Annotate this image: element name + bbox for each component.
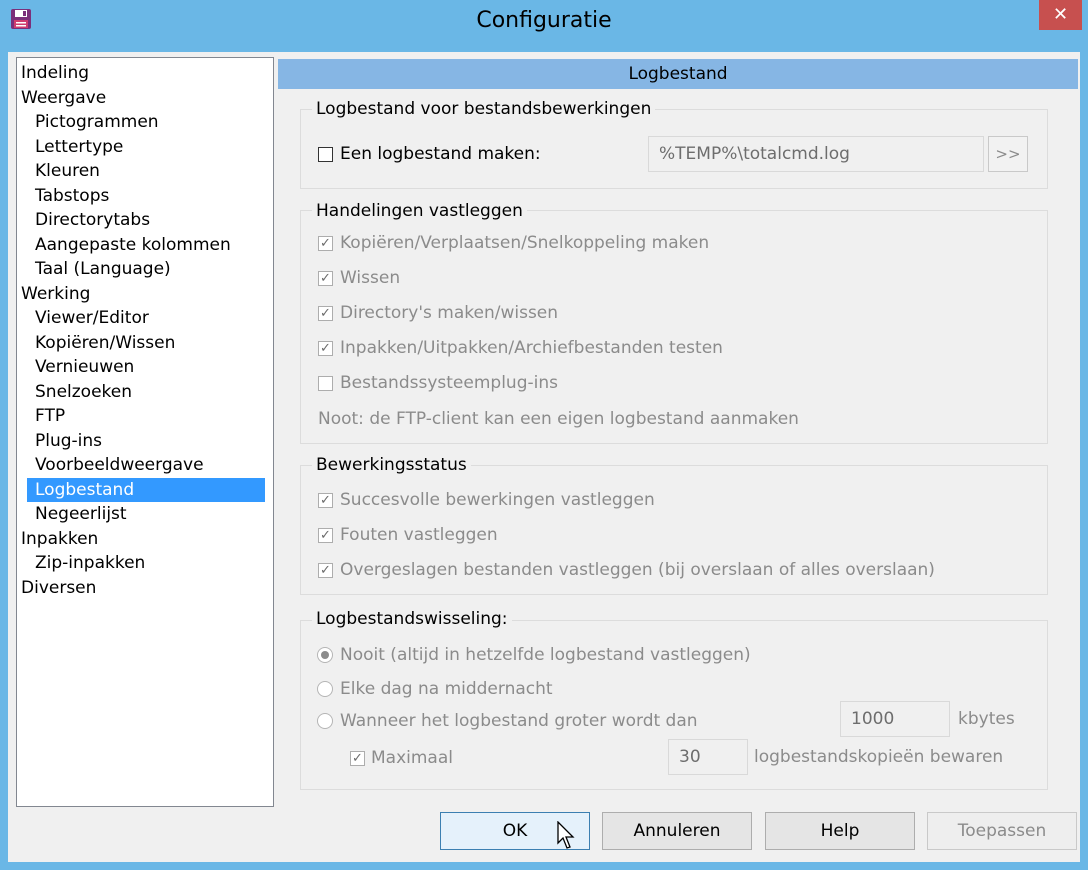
tree-item-indeling[interactable]: Indeling <box>21 61 269 85</box>
tree-item-ftp[interactable]: FTP <box>35 404 269 428</box>
rotation-size-label: Wanneer het logbestand groter wordt dan <box>340 711 698 731</box>
tree-item-voorbeeldweergave[interactable]: Voorbeeldweergave <box>35 453 269 477</box>
rotation-never-label: Nooit (altijd in hetzelfde logbestand va… <box>340 645 751 665</box>
dialog-client-area: Indeling Weergave Pictogrammen Lettertyp… <box>8 52 1080 862</box>
mouse-pointer-icon <box>557 821 575 849</box>
create-logfile-label: Een logbestand maken: <box>340 144 541 164</box>
tree-item-kleuren[interactable]: Kleuren <box>35 159 269 183</box>
skipped-label: Overgeslagen bestanden vastleggen (bij o… <box>340 560 935 580</box>
browse-logfile-button[interactable]: >> <box>988 136 1028 172</box>
tree-item-negeerlijst[interactable]: Negeerlijst <box>35 502 269 526</box>
tree-item-lettertype[interactable]: Lettertype <box>35 135 269 159</box>
rotation-size-radio[interactable] <box>317 713 333 729</box>
errors-checkbox[interactable]: ✓ <box>318 528 333 543</box>
rotation-size-input[interactable]: 1000 <box>840 701 950 737</box>
logfile-group-title: Logbestand voor bestandsbewerkingen <box>312 98 656 120</box>
close-button[interactable]: ✕ <box>1039 0 1082 30</box>
pack-label: Inpakken/Uitpakken/Archiefbestanden test… <box>340 338 723 358</box>
success-checkbox[interactable]: ✓ <box>318 493 333 508</box>
success-label: Succesvolle bewerkingen vastleggen <box>340 490 655 510</box>
pack-checkbox[interactable]: ✓ <box>318 341 333 356</box>
delete-checkbox[interactable]: ✓ <box>318 271 333 286</box>
tree-item-aangepaste-kolommen[interactable]: Aangepaste kolommen <box>35 233 269 257</box>
ftp-note: Noot: de FTP-client kan een eigen logbes… <box>318 409 799 429</box>
tree-item-logbestand[interactable]: Logbestand <box>27 478 265 502</box>
title-bar[interactable]: Configuratie ✕ <box>0 0 1088 52</box>
max-copies-input[interactable]: 30 <box>668 739 748 775</box>
tree-item-vernieuwen[interactable]: Vernieuwen <box>35 355 269 379</box>
status-group-title: Bewerkingsstatus <box>312 454 471 476</box>
window-title: Configuratie <box>476 8 612 33</box>
rotation-size-unit: kbytes <box>958 709 1015 729</box>
copy-move-checkbox[interactable]: ✓ <box>318 236 333 251</box>
copy-move-label: Kopiëren/Verplaatsen/Snelkoppeling maken <box>340 233 710 253</box>
tree-item-kopieren-wissen[interactable]: Kopiëren/Wissen <box>35 331 269 355</box>
configuration-dialog: Configuratie ✕ Indeling Weergave Pictogr… <box>0 0 1088 870</box>
tree-item-pictogrammen[interactable]: Pictogrammen <box>35 110 269 134</box>
rotation-daily-label: Elke dag na middernacht <box>340 679 553 699</box>
delete-label: Wissen <box>340 268 401 288</box>
rotation-never-radio[interactable] <box>317 647 333 663</box>
close-icon: ✕ <box>1052 4 1069 25</box>
directory-checkbox[interactable]: ✓ <box>318 306 333 321</box>
tree-item-weergave[interactable]: Weergave <box>21 86 269 110</box>
actions-group-title: Handelingen vastleggen <box>312 200 527 222</box>
settings-tree[interactable]: Indeling Weergave Pictogrammen Lettertyp… <box>16 57 274 807</box>
tree-item-tabstops[interactable]: Tabstops <box>35 184 269 208</box>
max-copies-checkbox[interactable]: ✓ <box>350 751 365 766</box>
rotation-daily-radio[interactable] <box>317 681 333 697</box>
tree-item-plug-ins[interactable]: Plug-ins <box>35 429 269 453</box>
logfile-path-input[interactable]: %TEMP%\totalcmd.log <box>648 136 984 172</box>
skipped-checkbox[interactable]: ✓ <box>318 563 333 578</box>
tree-item-inpakken[interactable]: Inpakken <box>21 527 269 551</box>
tree-item-diversen[interactable]: Diversen <box>21 576 269 600</box>
apply-button[interactable]: Toepassen <box>927 812 1077 850</box>
fs-plugins-label: Bestandssysteemplug-ins <box>340 373 558 393</box>
help-button[interactable]: Help <box>765 812 915 850</box>
tree-item-directorytabs[interactable]: Directorytabs <box>35 208 269 232</box>
tree-item-werking[interactable]: Werking <box>21 282 269 306</box>
tree-item-taal[interactable]: Taal (Language) <box>35 257 269 281</box>
directory-label: Directory's maken/wissen <box>340 303 559 323</box>
tree-item-snelzoeken[interactable]: Snelzoeken <box>35 380 269 404</box>
panel-header: Logbestand <box>278 59 1078 89</box>
max-copies-suffix: logbestandskopieën bewaren <box>754 747 1004 767</box>
max-copies-label: Maximaal <box>371 748 453 768</box>
cancel-button[interactable]: Annuleren <box>602 812 752 850</box>
fs-plugins-checkbox[interactable] <box>318 376 333 391</box>
tree-item-zip-inpakken[interactable]: Zip-inpakken <box>35 551 269 575</box>
errors-label: Fouten vastleggen <box>340 525 498 545</box>
rotation-group-title: Logbestandswisseling: <box>312 608 512 630</box>
create-logfile-checkbox[interactable] <box>318 147 333 162</box>
tree-item-viewer-editor[interactable]: Viewer/Editor <box>35 306 269 330</box>
